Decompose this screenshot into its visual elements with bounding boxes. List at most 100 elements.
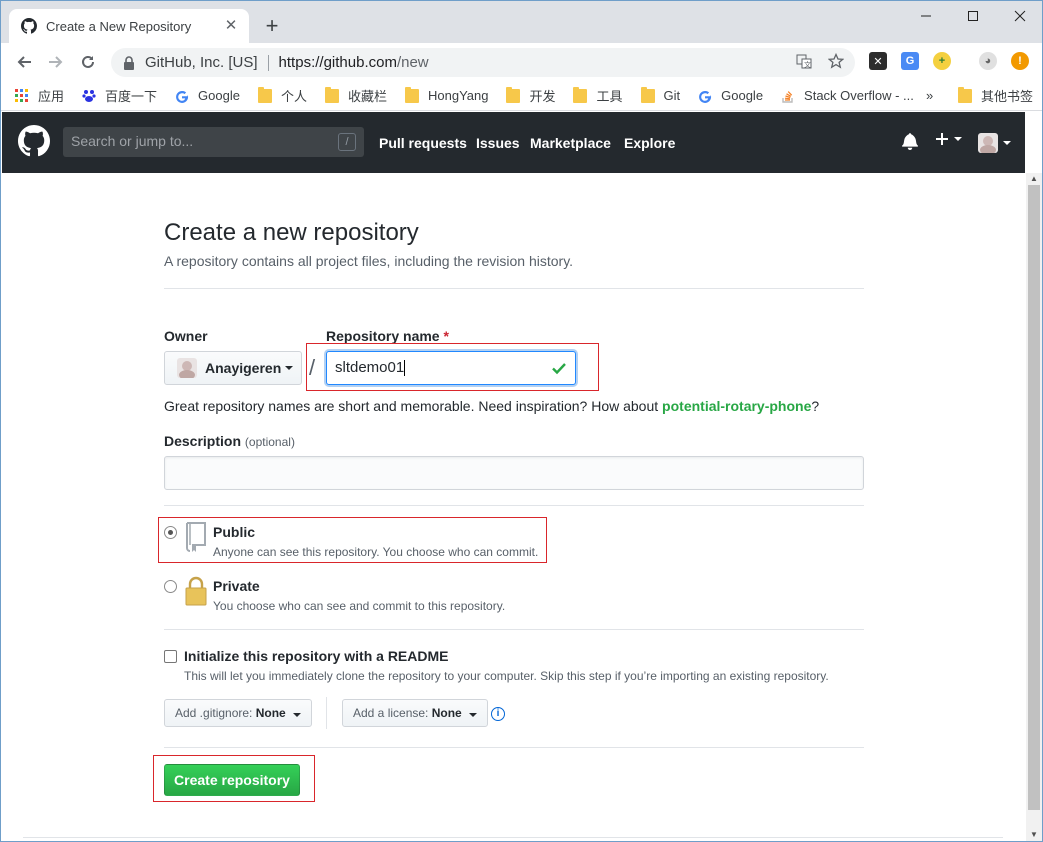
bookmark-label: Google — [198, 88, 240, 103]
description-label: Description (optional) — [164, 433, 295, 449]
chevron-down-icon — [293, 713, 302, 717]
tab-close-icon[interactable]: ✕ — [223, 18, 239, 34]
notifications-bell-icon[interactable] — [902, 132, 918, 153]
search-placeholder: Search or jump to... — [71, 133, 194, 149]
divider — [164, 288, 864, 289]
user-menu-dropdown[interactable] — [978, 133, 1011, 153]
nav-pull-requests[interactable]: Pull requests — [379, 135, 467, 151]
owner-select-button[interactable]: Anayigeren — [164, 351, 302, 385]
reload-icon[interactable] — [75, 49, 101, 75]
profile-avatar-icon[interactable]: ◕ — [979, 52, 997, 70]
bookmark-item[interactable]: Google — [175, 88, 240, 103]
chevron-down-icon — [285, 366, 294, 370]
bookmark-label: 个人 — [280, 89, 307, 104]
github-search-input[interactable]: Search or jump to... / — [63, 127, 364, 157]
gitignore-select-button[interactable]: Add .gitignore: None — [164, 699, 313, 727]
folder-icon — [640, 86, 655, 103]
site-identity: GitHub, Inc. [US] — [145, 54, 258, 71]
bookmark-item[interactable]: Git — [640, 86, 680, 103]
google-translate-ext-icon[interactable]: G — [901, 52, 919, 70]
nav-explore[interactable]: Explore — [624, 135, 675, 151]
google-g-icon — [699, 90, 712, 103]
minimize-icon[interactable] — [903, 1, 949, 31]
bookmark-item[interactable]: HongYang — [404, 86, 489, 103]
bookmark-item[interactable]: 工具 — [573, 86, 623, 105]
bookmark-label: 开发 — [529, 89, 556, 104]
description-input[interactable] — [164, 456, 864, 490]
annotation-box-public — [158, 517, 547, 563]
bookmark-item[interactable]: 百度一下 — [82, 86, 157, 105]
bookmark-item[interactable]: 收藏栏 — [324, 86, 387, 105]
extension-x-icon[interactable]: ✕ — [869, 52, 887, 70]
stackoverflow-icon — [782, 90, 793, 103]
folder-icon — [404, 86, 419, 103]
svg-text:文: 文 — [804, 60, 811, 69]
private-radio[interactable] — [164, 580, 177, 593]
bookmark-star-icon[interactable] — [825, 50, 847, 72]
folder-icon — [573, 86, 588, 103]
bookmark-label: HongYang — [427, 88, 489, 103]
page-title: Create a new repository — [164, 219, 419, 246]
annotation-box-create — [153, 755, 315, 802]
owner-avatar — [177, 358, 197, 378]
chevron-down-icon — [954, 137, 962, 141]
repo-name-label: Repository name * — [326, 328, 449, 344]
folder-icon — [324, 86, 339, 103]
scroll-up-icon[interactable]: ▲ — [1026, 173, 1042, 185]
nav-issues[interactable]: Issues — [476, 135, 520, 151]
annotation-box-repo-name — [306, 343, 599, 391]
lock-icon — [124, 55, 134, 70]
readme-checkbox[interactable] — [164, 650, 177, 663]
scroll-down-icon[interactable]: ▼ — [1026, 829, 1042, 841]
nav-marketplace[interactable]: Marketplace — [530, 135, 611, 151]
google-g-icon — [176, 90, 189, 103]
url-path: /new — [396, 54, 429, 71]
scroll-thumb[interactable] — [1028, 185, 1040, 810]
search-shortcut-key: / — [338, 133, 356, 151]
window-close-icon[interactable] — [997, 1, 1042, 31]
new-tab-button[interactable]: + — [259, 13, 285, 39]
divider — [164, 747, 864, 748]
create-new-dropdown[interactable] — [935, 132, 962, 146]
footer-divider — [23, 837, 1003, 838]
bookmark-item[interactable]: 开发 — [506, 86, 555, 105]
apps-grid-icon — [15, 88, 28, 102]
bookmark-item[interactable]: Google — [698, 88, 763, 103]
translate-icon[interactable]: 文 — [793, 50, 815, 72]
divider — [164, 505, 864, 506]
forward-arrow-icon[interactable] — [43, 49, 69, 75]
bookmark-label: 收藏栏 — [347, 89, 387, 104]
github-logo-icon[interactable] — [18, 125, 50, 157]
bookmark-label: 其他书签 — [981, 89, 1034, 104]
bookmark-item[interactable]: 个人 — [257, 86, 307, 105]
github-header: Search or jump to... / Pull requests Iss… — [2, 112, 1025, 173]
repo-name-hint: Great repository names are short and mem… — [164, 398, 820, 414]
baidu-paw-icon — [82, 89, 96, 102]
back-arrow-icon[interactable] — [11, 49, 37, 75]
maximize-icon[interactable] — [950, 1, 996, 31]
update-alert-icon[interactable]: ! — [1011, 52, 1029, 70]
bookmark-label: 应用 — [38, 89, 65, 104]
lock-icon — [185, 576, 207, 606]
folder-icon — [257, 86, 272, 103]
other-bookmarks[interactable]: 其他书签 — [958, 86, 1033, 105]
bookmark-label: 工具 — [596, 89, 623, 104]
github-favicon-icon — [21, 18, 37, 34]
vertical-divider — [326, 697, 327, 729]
info-icon[interactable]: i — [491, 707, 505, 721]
optional-tag: (optional) — [244, 435, 295, 449]
private-description: You choose who can see and commit to thi… — [213, 599, 506, 613]
bookmarks-bar: 应用 百度一下 Google 个人 收藏栏 HongYang 开发 工具 Git… — [1, 81, 1042, 111]
name-suggestion-link[interactable]: potential-rotary-phone — [662, 398, 811, 414]
license-select-button[interactable]: Add a license: None — [342, 699, 489, 727]
address-bar[interactable]: GitHub, Inc. [US] https://github.com/new — [111, 48, 855, 77]
owner-label: Owner — [164, 328, 208, 344]
extension-plus-icon[interactable]: + — [933, 52, 951, 70]
owner-name: Anayigeren — [205, 360, 282, 376]
folder-icon — [506, 86, 521, 103]
bookmarks-overflow-button[interactable]: » — [926, 88, 933, 103]
page-scrollbar[interactable]: ▲ ▼ — [1026, 173, 1042, 841]
bookmark-item[interactable]: 应用 — [15, 86, 64, 105]
bookmark-item[interactable]: Stack Overflow - ... — [781, 88, 914, 103]
browser-tab[interactable]: Create a New Repository ✕ — [9, 9, 249, 43]
